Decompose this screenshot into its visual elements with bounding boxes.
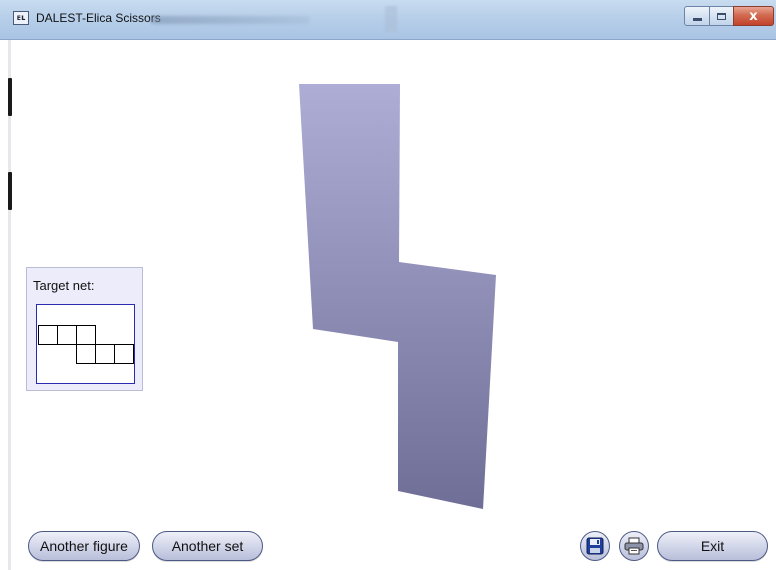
exit-button[interactable]: Exit bbox=[657, 531, 768, 561]
net-cell bbox=[38, 325, 58, 345]
target-net-diagram bbox=[38, 325, 134, 364]
another-figure-button[interactable]: Another figure bbox=[28, 531, 140, 561]
printer-icon bbox=[624, 537, 644, 555]
target-net-box bbox=[36, 304, 135, 384]
print-button[interactable] bbox=[619, 531, 649, 561]
target-net-panel: Target net: bbox=[26, 267, 143, 391]
net-cell bbox=[95, 344, 115, 364]
net-cell bbox=[76, 325, 96, 345]
another-set-button[interactable]: Another set bbox=[152, 531, 263, 561]
net-cell bbox=[76, 344, 96, 364]
floppy-disk-icon bbox=[586, 537, 604, 555]
figure-shape[interactable] bbox=[299, 84, 496, 509]
net-cell bbox=[57, 325, 77, 345]
save-button[interactable] bbox=[580, 531, 610, 561]
target-net-label: Target net: bbox=[33, 278, 95, 293]
net-cell bbox=[114, 344, 134, 364]
